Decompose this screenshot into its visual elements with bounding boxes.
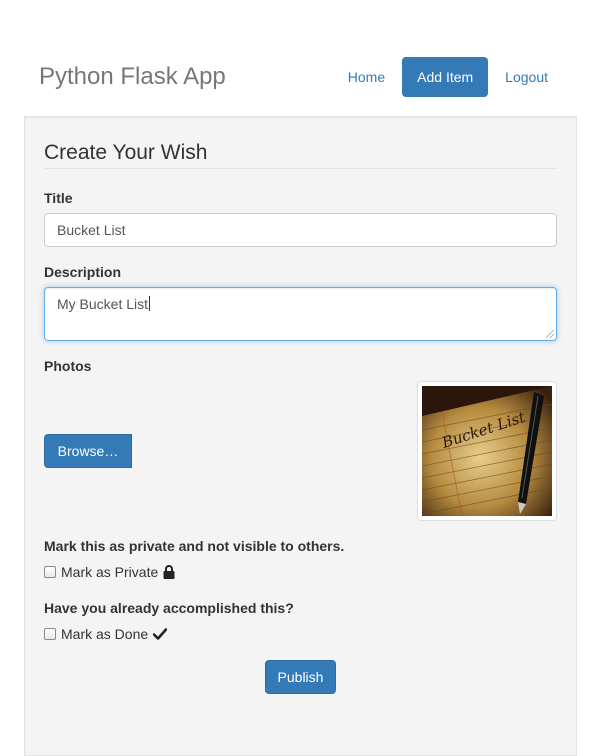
navbar: Python Flask App Home Add Item Logout <box>24 50 577 116</box>
title-input[interactable]: Bucket List <box>44 213 557 247</box>
nav-logout-link[interactable]: Logout <box>490 57 563 97</box>
publish-button[interactable]: Publish <box>265 660 336 694</box>
nav-home-link[interactable]: Home <box>333 57 400 97</box>
private-checkbox-label: Mark as Private <box>61 564 159 580</box>
done-checkbox-label: Mark as Done <box>61 626 149 642</box>
private-option: Mark as Private <box>44 564 175 580</box>
text-cursor <box>149 296 151 311</box>
checkmark-icon <box>153 628 168 640</box>
bucket-list-photo: Bucket List <box>422 386 552 516</box>
private-checkbox[interactable] <box>44 566 56 578</box>
description-textarea[interactable]: My Bucket List <box>44 287 557 341</box>
nav-menu: Home Add Item Logout <box>331 57 563 97</box>
description-text: My Bucket List <box>57 296 149 312</box>
form-legend: Create Your Wish <box>44 141 557 169</box>
photos-label: Photos <box>44 358 92 374</box>
lock-icon <box>163 565 175 579</box>
private-heading: Mark this as private and not visible to … <box>44 538 345 554</box>
photo-thumbnail: Bucket List <box>417 381 557 521</box>
brand-title: Python Flask App <box>39 63 226 90</box>
description-label: Description <box>44 264 122 280</box>
nav-add-item-link[interactable]: Add Item <box>402 57 489 97</box>
resize-handle[interactable] <box>546 330 554 338</box>
done-heading: Have you already accomplished this? <box>44 600 294 616</box>
done-checkbox[interactable] <box>44 628 56 640</box>
title-label: Title <box>44 190 73 206</box>
done-option: Mark as Done <box>44 626 168 642</box>
browse-button[interactable]: Browse… <box>44 434 132 468</box>
create-wish-panel: Create Your Wish Title Bucket List Descr… <box>24 116 577 756</box>
